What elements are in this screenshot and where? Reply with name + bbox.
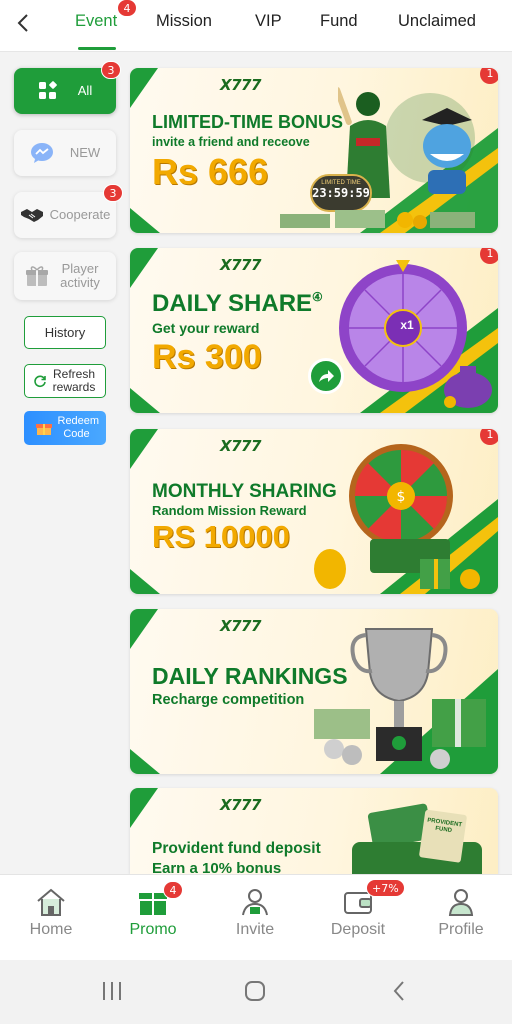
chevron-left-icon xyxy=(393,981,404,1001)
banner-amount: RS 10000 xyxy=(152,519,290,554)
banner-subtitle: invite a friend and receove xyxy=(152,135,310,149)
tab-unclaimed[interactable]: Unclaimed xyxy=(398,12,476,31)
active-tab-indicator xyxy=(78,47,116,50)
promo-page: Event 4 Mission VIP Fund Unclaimed All 3… xyxy=(0,0,512,1024)
sidebar-item-new[interactable]: NEW xyxy=(14,130,116,176)
banner-title: Provident fund deposit xyxy=(152,840,321,857)
recent-apps-icon xyxy=(103,982,121,1000)
svg-text:$: $ xyxy=(397,489,406,505)
grid-icon xyxy=(38,81,57,99)
money-stack-illustration xyxy=(280,210,475,229)
nav-promo-badge: 4 xyxy=(163,881,183,899)
banner-title: DAILY RANKINGS xyxy=(152,663,348,689)
banner-subtitle: Recharge competition xyxy=(152,692,305,708)
history-button[interactable]: History xyxy=(24,316,106,349)
banner-subtitle: Earn a 10% bonus xyxy=(152,860,282,874)
recent-apps-button[interactable] xyxy=(100,980,124,1007)
chat-bubble-icon xyxy=(30,143,53,163)
promo-banner-daily-rankings[interactable]: X777 DAILY RANKINGS Recharge competition xyxy=(130,609,498,774)
gifts-and-coins-illustration xyxy=(314,699,486,769)
refresh-rewards-button[interactable]: Refresh rewards xyxy=(24,364,106,398)
home-system-button[interactable] xyxy=(243,979,267,1008)
timer-value: 23:59:59 xyxy=(312,186,370,200)
banner-amount: Rs 666 xyxy=(152,151,269,192)
promo-banner-monthly-sharing[interactable]: X777 MONTHLY SHARING Random Mission Rewa… xyxy=(130,429,498,594)
banner-title-text: DAILY SHARE xyxy=(152,290,313,317)
banner-subtitle: Get your reward xyxy=(152,320,260,336)
nav-deposit-badge: +7% xyxy=(366,879,405,897)
home-icon xyxy=(37,888,65,916)
redeem-code-button[interactable]: Redeem Code xyxy=(24,411,106,445)
tab-mission[interactable]: Mission xyxy=(156,12,212,31)
nav-profile[interactable]: Profile xyxy=(421,887,501,939)
refresh-icon xyxy=(34,375,46,388)
home-circle-icon xyxy=(245,981,265,1001)
refresh-label: Refresh rewards xyxy=(52,367,96,394)
coin-bag-illustration xyxy=(444,366,492,408)
tab-event[interactable]: Event xyxy=(75,12,117,31)
sidebar-item-label: Cooperate xyxy=(49,207,111,222)
nav-label: Home xyxy=(29,921,73,938)
banner-title-mark: ④ xyxy=(312,290,323,304)
redeem-label: Redeem Code xyxy=(57,415,100,440)
share-arrow-button[interactable] xyxy=(308,358,344,394)
sidebar-cooperate-badge: 3 xyxy=(103,184,123,202)
nav-label: Invite xyxy=(235,921,275,938)
invite-icon xyxy=(242,889,268,916)
sidebar-item-label: All xyxy=(77,83,93,98)
brand-logo: X777 xyxy=(220,256,261,274)
back-button[interactable] xyxy=(8,8,38,38)
share-arrow-icon xyxy=(319,370,334,382)
gifts-and-coins-illustration xyxy=(314,539,480,589)
banner-badge: 1 xyxy=(480,248,498,264)
banner-title: DAILY SHARE④ xyxy=(152,290,323,318)
tab-vip[interactable]: VIP xyxy=(255,12,282,31)
nav-home[interactable]: Home xyxy=(11,887,91,939)
wheel-center-label: x1 xyxy=(400,318,414,332)
system-nav-bar xyxy=(0,960,512,1024)
tab-fund[interactable]: Fund xyxy=(320,12,358,31)
top-nav: Event 4 Mission VIP Fund Unclaimed xyxy=(0,0,512,52)
promo-banner-limited-bonus[interactable]: X777 LIMITED-TIME BONUS invite a friend … xyxy=(130,68,498,233)
gift-box-icon xyxy=(35,424,52,435)
sidebar-item-cooperate[interactable]: Cooperate xyxy=(14,192,116,238)
nav-invite[interactable]: Invite xyxy=(215,887,295,939)
promo-banner-daily-share[interactable]: X777 DAILY SHARE④ Get your reward Rs 300… xyxy=(130,248,498,413)
wallet-illustration xyxy=(352,803,482,874)
banner-title: LIMITED-TIME BONUS xyxy=(152,112,343,132)
brand-logo: X777 xyxy=(220,796,261,814)
handshake-icon xyxy=(20,209,43,222)
history-label: History xyxy=(44,325,86,340)
shark-mascot-illustration xyxy=(422,108,472,194)
tab-event-label: Event xyxy=(75,12,118,30)
brand-logo: X777 xyxy=(220,617,261,635)
gift-icon xyxy=(26,266,48,286)
nav-label: Promo xyxy=(129,921,177,938)
chevron-left-icon xyxy=(17,14,28,32)
sidebar-item-label: NEW xyxy=(69,145,101,160)
banner-amount: Rs 300 xyxy=(152,338,262,376)
nav-label: Profile xyxy=(438,921,484,938)
bottom-nav: Home Promo 4 Invite Deposit +7% Profile xyxy=(0,874,512,960)
sidebar-item-all[interactable]: All xyxy=(14,68,116,114)
nav-label: Deposit xyxy=(330,921,386,938)
banner-title: MONTHLY SHARING xyxy=(152,481,337,502)
brand-logo: X777 xyxy=(220,437,261,455)
back-system-button[interactable] xyxy=(390,979,408,1008)
banner-subtitle: Random Mission Reward xyxy=(152,503,307,518)
promo-banner-provident-fund[interactable]: X777 Provident fund deposit Earn a 10% b… xyxy=(130,788,498,874)
sidebar-all-badge: 3 xyxy=(101,61,121,79)
sidebar-item-label: Player activity xyxy=(60,261,100,290)
banner-badge: 1 xyxy=(480,429,498,445)
brand-logo: X777 xyxy=(220,76,261,94)
profile-icon xyxy=(448,889,474,916)
tab-event-badge: 4 xyxy=(117,0,137,17)
sidebar-item-player-activity[interactable]: Player activity xyxy=(14,252,116,300)
banner-badge: 1 xyxy=(480,68,498,84)
